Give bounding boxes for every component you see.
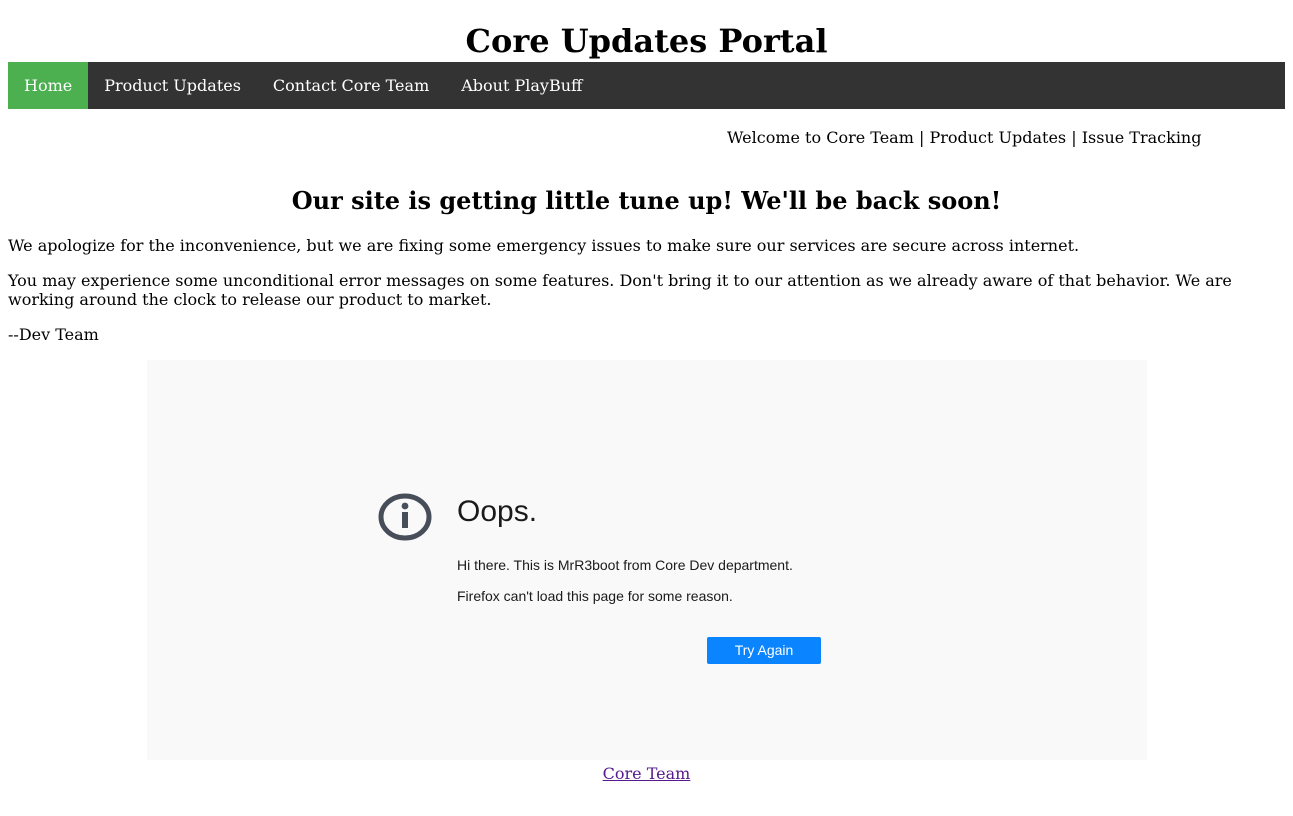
- error-message-line-2: Firefox can't load this page for some re…: [457, 588, 733, 604]
- maintenance-heading: Our site is getting little tune up! We'l…: [291, 186, 1002, 215]
- nav-item-about-playbuff[interactable]: About PlayBuff: [445, 62, 598, 109]
- try-again-button[interactable]: Try Again: [707, 637, 821, 664]
- top-navbar: Home Product Updates Contact Core Team A…: [8, 62, 1285, 109]
- signature-text: --Dev Team: [8, 325, 99, 344]
- page: Core Updates Portal Home Product Updates…: [0, 0, 1293, 109]
- nav-item-home[interactable]: Home: [8, 62, 89, 109]
- core-team-link[interactable]: Core Team: [603, 764, 691, 783]
- site-title: Core Updates Portal: [465, 22, 828, 60]
- welcome-banner: Welcome to Core Team | Product Updates |…: [727, 128, 1202, 147]
- error-notice-paragraph: You may experience some unconditional er…: [8, 271, 1232, 309]
- footer: Core Team: [0, 764, 1293, 783]
- nav-item-product-updates[interactable]: Product Updates: [88, 62, 257, 109]
- error-screenshot-panel: Oops. Hi there. This is MrR3boot from Co…: [147, 360, 1147, 760]
- error-title: Oops.: [457, 495, 538, 528]
- error-message-line-1: Hi there. This is MrR3boot from Core Dev…: [457, 557, 793, 573]
- apology-paragraph: We apologize for the inconvenience, but …: [8, 236, 1080, 255]
- nav-item-contact-core-team[interactable]: Contact Core Team: [257, 62, 445, 109]
- info-icon: [378, 493, 432, 541]
